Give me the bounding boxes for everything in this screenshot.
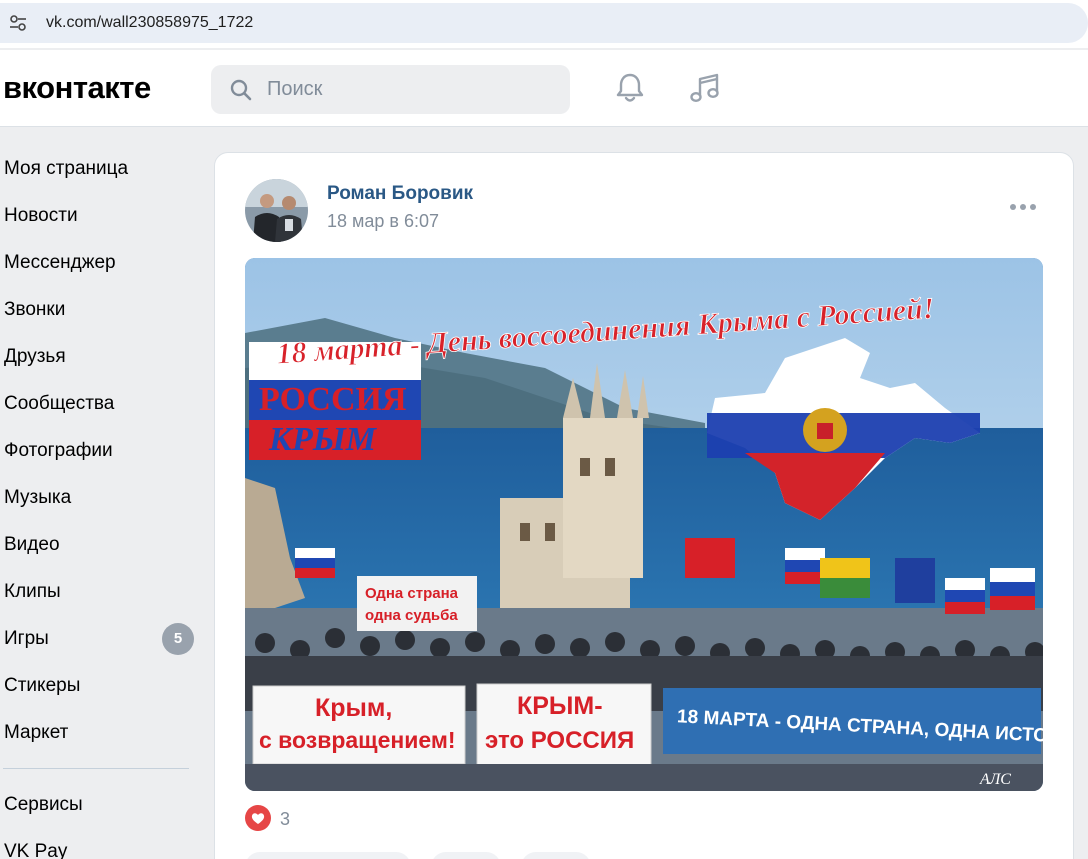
sidebar-item-games[interactable]: Игры 5 [0, 615, 200, 662]
small-sign: Одна страна одна судьба [357, 576, 477, 631]
post-photo[interactable]: РОССИЯ КРЫМ 18 марта - День воссоединени… [245, 258, 1043, 791]
share-action-button[interactable] [521, 852, 591, 859]
sidebar-divider [3, 768, 189, 769]
small-sign-line-1: Одна страна [365, 585, 459, 602]
games-count-badge: 5 [162, 623, 194, 655]
bell-icon[interactable] [612, 70, 648, 106]
sidebar-item-friends[interactable]: Друзья [0, 333, 200, 380]
banner-2-line-1: КРЫМ- [517, 692, 603, 720]
flag-text-2: КРЫМ [268, 421, 378, 458]
left-sidebar: Моя страница Новости Мессенджер Звонки Д… [0, 145, 200, 859]
crimea-reunification-image: РОССИЯ КРЫМ 18 марта - День воссоединени… [245, 258, 1043, 791]
small-sign-line-2: одна судьба [365, 607, 458, 624]
sidebar-item-music[interactable]: Музыка [0, 474, 200, 521]
vk-logo[interactable]: вконтакте [3, 70, 151, 106]
tune-icon[interactable] [8, 13, 28, 33]
post-author-name[interactable]: Роман Боровик [327, 183, 473, 205]
sidebar-item-clips[interactable]: Клипы [0, 568, 200, 615]
url-field[interactable]: vk.com/wall230858975_1722 [0, 3, 1088, 43]
sidebar-item-video[interactable]: Видео [0, 521, 200, 568]
heart-icon [245, 805, 271, 831]
sidebar-item-messenger[interactable]: Мессенджер [0, 239, 200, 286]
sidebar-item-photos[interactable]: Фотографии [0, 427, 200, 474]
more-options-icon[interactable] [1010, 201, 1040, 215]
sidebar-item-news[interactable]: Новости [0, 192, 200, 239]
banner-1: Крым, с возвращением! [252, 685, 466, 765]
post-timestamp[interactable]: 18 мар в 6:07 [327, 211, 439, 232]
image-signature: АЛС [979, 771, 1011, 788]
search-box[interactable] [211, 65, 570, 114]
likes-count: 3 [280, 809, 291, 829]
sidebar-item-stickers[interactable]: Стикеры [0, 662, 200, 709]
browser-address-bar: vk.com/wall230858975_1722 [0, 0, 1088, 48]
like-action-button[interactable] [245, 852, 411, 859]
banner-3: 18 МАРТА - ОДНА СТРАНА, ОДНА ИСТОРИЯ! [663, 688, 1043, 754]
top-header: вконтакте [0, 50, 1088, 127]
search-input[interactable] [267, 76, 547, 102]
banner-1-line-2: с возвращением! [259, 727, 456, 753]
sidebar-item-communities[interactable]: Сообщества [0, 380, 200, 427]
comment-action-button[interactable] [431, 852, 501, 859]
sidebar-item-calls[interactable]: Звонки [0, 286, 200, 333]
sidebar-item-my-page[interactable]: Моя страница [0, 145, 200, 192]
author-avatar[interactable] [245, 179, 308, 242]
banner-1-line-1: Крым, [315, 694, 392, 722]
music-note-icon[interactable] [687, 70, 723, 106]
sidebar-item-services[interactable]: Сервисы [0, 781, 200, 828]
search-icon [230, 79, 252, 101]
flag-text-1: РОССИЯ [259, 381, 407, 418]
banner-2: КРЫМ- это РОССИЯ [476, 683, 652, 767]
url-text[interactable]: vk.com/wall230858975_1722 [46, 14, 253, 32]
sidebar-item-vk-pay[interactable]: VK Pay [0, 828, 200, 859]
banner-2-line-2: это РОССИЯ [485, 727, 634, 754]
avatar-photo [245, 179, 308, 242]
sidebar-item-market[interactable]: Маркет [0, 709, 200, 756]
wall-post: Роман Боровик 18 мар в 6:07 РОССИЯ КРЫМ … [214, 152, 1074, 859]
